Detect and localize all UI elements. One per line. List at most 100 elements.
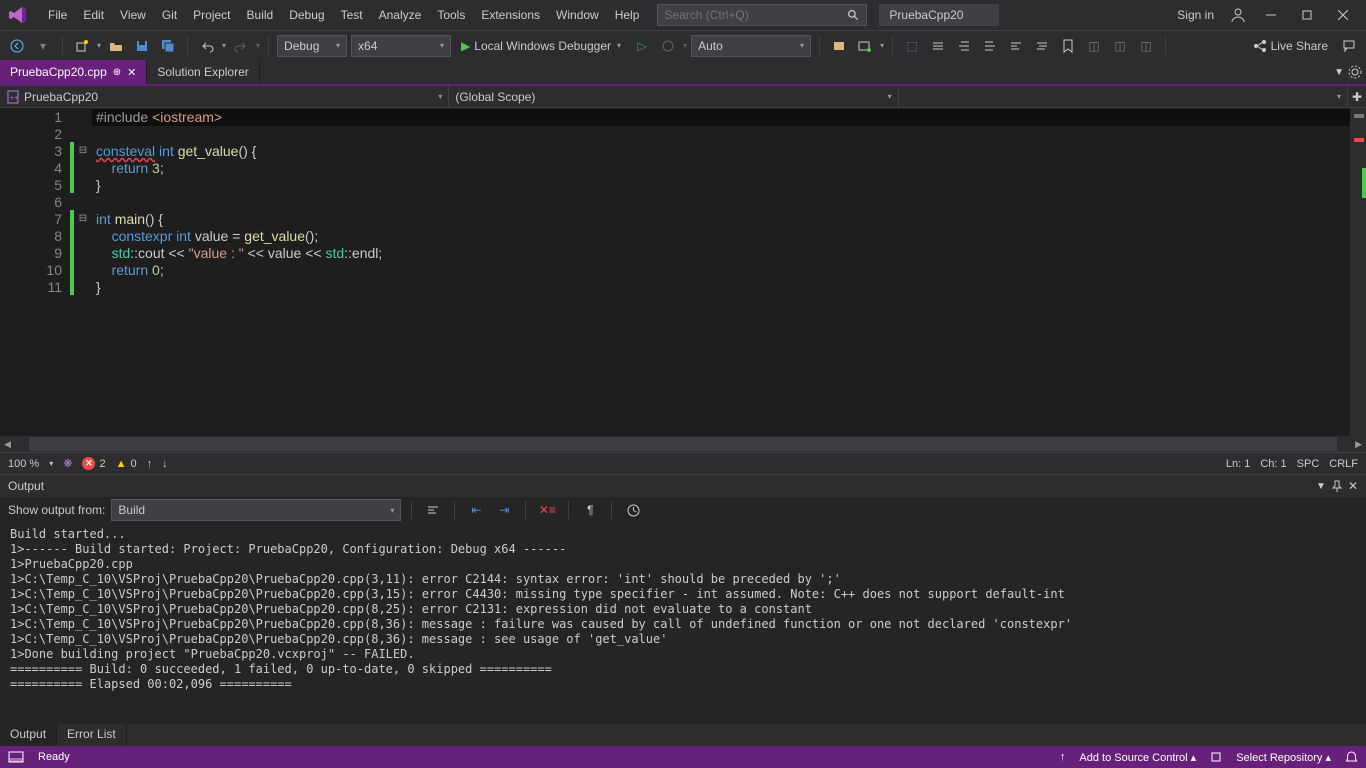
line-indicator[interactable]: Ln: 1 (1226, 458, 1250, 470)
close-button[interactable] (1326, 3, 1360, 27)
play-icon: ▶ (461, 39, 470, 53)
output-source-combo[interactable]: Build▾ (111, 499, 401, 521)
tb-icon-2[interactable] (854, 35, 876, 57)
menu-view[interactable]: View (112, 4, 154, 26)
code-editor[interactable]: 1234567891011 ⊟⊟ #include <iostream>cons… (0, 108, 1366, 436)
error-count[interactable]: ✕2 (82, 457, 105, 470)
repo-icon (1210, 751, 1222, 763)
stop-button[interactable] (657, 35, 679, 57)
tb-icon-1[interactable] (828, 35, 850, 57)
tab-errorlist[interactable]: Error List (57, 724, 127, 746)
tb-icon-4[interactable] (927, 35, 949, 57)
warning-count[interactable]: ▲0 (116, 458, 137, 470)
nav-member-combo[interactable]: ▾ (899, 86, 1348, 107)
indent-mode[interactable]: SPC (1297, 458, 1320, 470)
bottom-tabstrip: Output Error List (0, 724, 1366, 746)
source-control-button[interactable]: Add to Source Control ▴ (1079, 751, 1196, 764)
col-indicator[interactable]: Ch: 1 (1260, 458, 1286, 470)
start-debug-button[interactable]: ▶ Local Windows Debugger ▾ (455, 37, 627, 55)
zoom-level[interactable]: 100 % (8, 458, 39, 470)
gear-icon[interactable] (1348, 65, 1362, 79)
menu-window[interactable]: Window (548, 4, 607, 26)
editor-statusbar: 100 % ▾ ❋ ✕2 ▲0 ↑ ↓ Ln: 1 Ch: 1 SPC CRLF (0, 452, 1366, 474)
output-pane-icon[interactable] (8, 751, 24, 763)
nav-down-icon[interactable]: ↓ (162, 458, 168, 470)
solution-name[interactable]: PruebaCpp20 (879, 4, 999, 26)
tb-icon-b[interactable]: ◫ (1109, 35, 1131, 57)
svg-text:++: ++ (10, 95, 18, 102)
eol-mode[interactable]: CRLF (1329, 458, 1358, 470)
uncomment-button[interactable] (1031, 35, 1053, 57)
signin-button[interactable]: Sign in (1169, 4, 1222, 26)
platform-combo[interactable]: x64▾ (351, 35, 451, 57)
close-panel-icon[interactable]: ✕ (1348, 479, 1358, 493)
nav-scope-combo[interactable]: (Global Scope)▾ (449, 86, 898, 107)
config-combo[interactable]: Debug▾ (277, 35, 347, 57)
menu-test[interactable]: Test (333, 4, 371, 26)
search-icon (847, 9, 860, 22)
liveshare-button[interactable]: Live Share (1247, 37, 1334, 55)
wrap-icon[interactable]: ¶ (579, 499, 601, 521)
output-text[interactable]: Build started... 1>------ Build started:… (0, 523, 1366, 724)
feedback-icon[interactable] (1338, 35, 1360, 57)
pin-icon[interactable]: ⊕ (113, 67, 121, 78)
time-icon[interactable] (622, 499, 644, 521)
overview-ruler[interactable] (1350, 108, 1366, 436)
menu-build[interactable]: Build (239, 4, 282, 26)
indent-right-button[interactable] (979, 35, 1001, 57)
save-all-button[interactable] (157, 35, 179, 57)
tb-icon-c[interactable]: ◫ (1135, 35, 1157, 57)
h-scrollbar[interactable]: ◀▶ (0, 436, 1366, 452)
menu-edit[interactable]: Edit (75, 4, 112, 26)
bookmark-button[interactable] (1057, 35, 1079, 57)
open-button[interactable] (105, 35, 127, 57)
bell-icon[interactable] (1345, 750, 1358, 764)
search-input[interactable] (664, 8, 847, 22)
pin-icon[interactable] (1332, 480, 1342, 492)
search-box[interactable] (657, 4, 867, 26)
select-repo-button[interactable]: Select Repository ▴ (1236, 751, 1331, 764)
maximize-button[interactable] (1290, 3, 1324, 27)
start-nodebug-button[interactable]: ▷ (631, 35, 653, 57)
nav-fwd-button[interactable]: ▾ (32, 35, 54, 57)
code-area[interactable]: #include <iostream>consteval int get_val… (92, 108, 1350, 436)
cpp-file-icon: ++ (6, 90, 20, 104)
tb-icon-a[interactable]: ◫ (1083, 35, 1105, 57)
tab-output[interactable]: Output (0, 724, 57, 746)
clear-icon[interactable]: ✕≡ (536, 499, 558, 521)
navbar: ++ PruebaCpp20▾ (Global Scope)▾ ▾ ✚ (0, 86, 1366, 108)
window-pos-icon[interactable]: ▼ (1316, 481, 1326, 492)
user-icon[interactable] (1230, 7, 1246, 23)
tab-file-active[interactable]: PruebaCpp20.cpp ⊕ ✕ (0, 60, 147, 84)
minimize-button[interactable] (1254, 3, 1288, 27)
menu-git[interactable]: Git (154, 4, 185, 26)
menu-tools[interactable]: Tools (429, 4, 473, 26)
chevron-down-icon[interactable]: ▼ (1334, 67, 1344, 78)
redo-button[interactable] (230, 35, 252, 57)
new-item-button[interactable] (71, 35, 93, 57)
nav-up-icon[interactable]: ↑ (147, 458, 153, 470)
menu-project[interactable]: Project (185, 4, 238, 26)
auto-combo[interactable]: Auto▾ (691, 35, 811, 57)
menu-file[interactable]: File (40, 4, 75, 26)
undo-button[interactable] (196, 35, 218, 57)
prev-msg-icon[interactable]: ⇤ (465, 499, 487, 521)
outline-margin[interactable]: ⊟⊟ (74, 108, 92, 436)
indent-left-button[interactable] (953, 35, 975, 57)
nav-back-button[interactable] (6, 35, 28, 57)
output-panel: Output ▼ ✕ Show output from: Build▾ ⇤ ⇥ … (0, 474, 1366, 746)
close-tab-icon[interactable]: ✕ (127, 66, 136, 79)
menu-debug[interactable]: Debug (281, 4, 332, 26)
comment-button[interactable] (1005, 35, 1027, 57)
split-icon[interactable]: ✚ (1348, 86, 1366, 107)
health-icon[interactable]: ❋ (63, 457, 72, 470)
menu-extensions[interactable]: Extensions (473, 4, 548, 26)
nav-project-combo[interactable]: ++ PruebaCpp20▾ (0, 86, 449, 107)
goto-icon[interactable] (422, 499, 444, 521)
menu-help[interactable]: Help (607, 4, 648, 26)
next-msg-icon[interactable]: ⇥ (493, 499, 515, 521)
tb-icon-3[interactable]: ⬚ (901, 35, 923, 57)
tab-solution-explorer[interactable]: Solution Explorer (147, 60, 259, 84)
menu-analyze[interactable]: Analyze (371, 4, 430, 26)
save-button[interactable] (131, 35, 153, 57)
